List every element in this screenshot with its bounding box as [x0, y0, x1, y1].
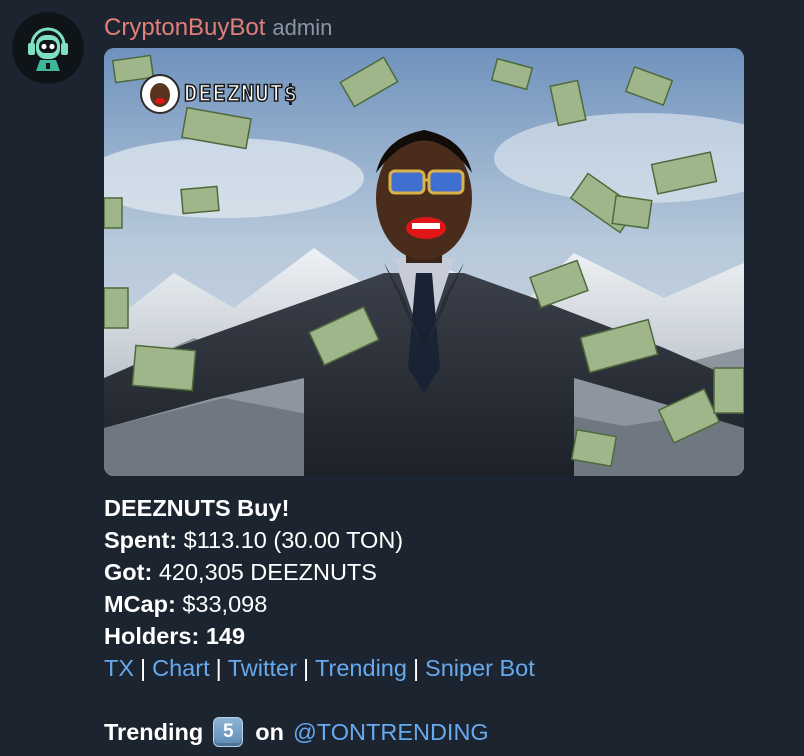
link-separator: |	[215, 655, 222, 681]
holders-label: Holders:	[104, 623, 200, 649]
spent-value: $113.10 (30.00 TON)	[183, 527, 404, 553]
link-separator: |	[412, 655, 420, 681]
chart-link[interactable]: Chart	[152, 655, 209, 681]
token-tag: DEEZNUT$	[140, 74, 298, 114]
spent-line: Spent: $113.10 (30.00 TON)	[104, 524, 784, 556]
links-line: TX | Chart | Twitter | Trending | Sniper Bot	[104, 652, 784, 684]
token-tag-text: DEEZNUT$	[183, 81, 298, 108]
trending-link[interactable]: Trending	[315, 655, 407, 681]
trending-on-text: on	[255, 719, 284, 745]
mcap-value: $33,098	[182, 591, 268, 617]
sender-role-badge: admin	[272, 15, 333, 40]
mcap-label: MCap:	[104, 591, 176, 617]
got-label: Got:	[104, 559, 153, 585]
bot-avatar[interactable]	[12, 12, 84, 84]
message-header: CryptonBuyBot admin	[104, 14, 332, 46]
got-line: Got: 420,305 DEEZNUTS	[104, 556, 784, 588]
sender-name[interactable]: CryptonBuyBot	[104, 14, 265, 42]
holders-line: Holders: 149	[104, 620, 784, 652]
twitter-link[interactable]: Twitter	[228, 655, 297, 681]
message-media-image[interactable]: DEEZNUT$	[104, 48, 744, 476]
buy-title: DEEZNUTS Buy!	[104, 495, 290, 521]
holders-value: 149	[205, 623, 246, 649]
trending-footer: Trending 5 on @TONTRENDING	[104, 716, 784, 748]
mcap-line: MCap: $33,098	[104, 588, 784, 620]
line-spacer	[104, 684, 784, 716]
robot-headset-icon	[28, 27, 68, 71]
trending-channel-link[interactable]: @TONTRENDING	[293, 716, 489, 748]
got-value: 420,305 DEEZNUTS	[158, 559, 377, 585]
trending-label: Trending	[104, 719, 204, 745]
spent-label: Spent:	[104, 527, 178, 553]
rank-keycap-icon: 5	[213, 717, 244, 747]
chat-message: CryptonBuyBot admin DEEZNUT$ DEEZNUTS Bu…	[0, 0, 804, 756]
link-separator: |	[140, 655, 147, 681]
token-logo-icon	[140, 74, 180, 114]
message-text: DEEZNUTS Buy! Spent: $113.10 (30.00 TON)…	[104, 492, 784, 748]
tx-link[interactable]: TX	[104, 655, 134, 681]
link-separator: |	[302, 655, 310, 681]
sniper-bot-link[interactable]: Sniper Bot	[425, 655, 535, 681]
